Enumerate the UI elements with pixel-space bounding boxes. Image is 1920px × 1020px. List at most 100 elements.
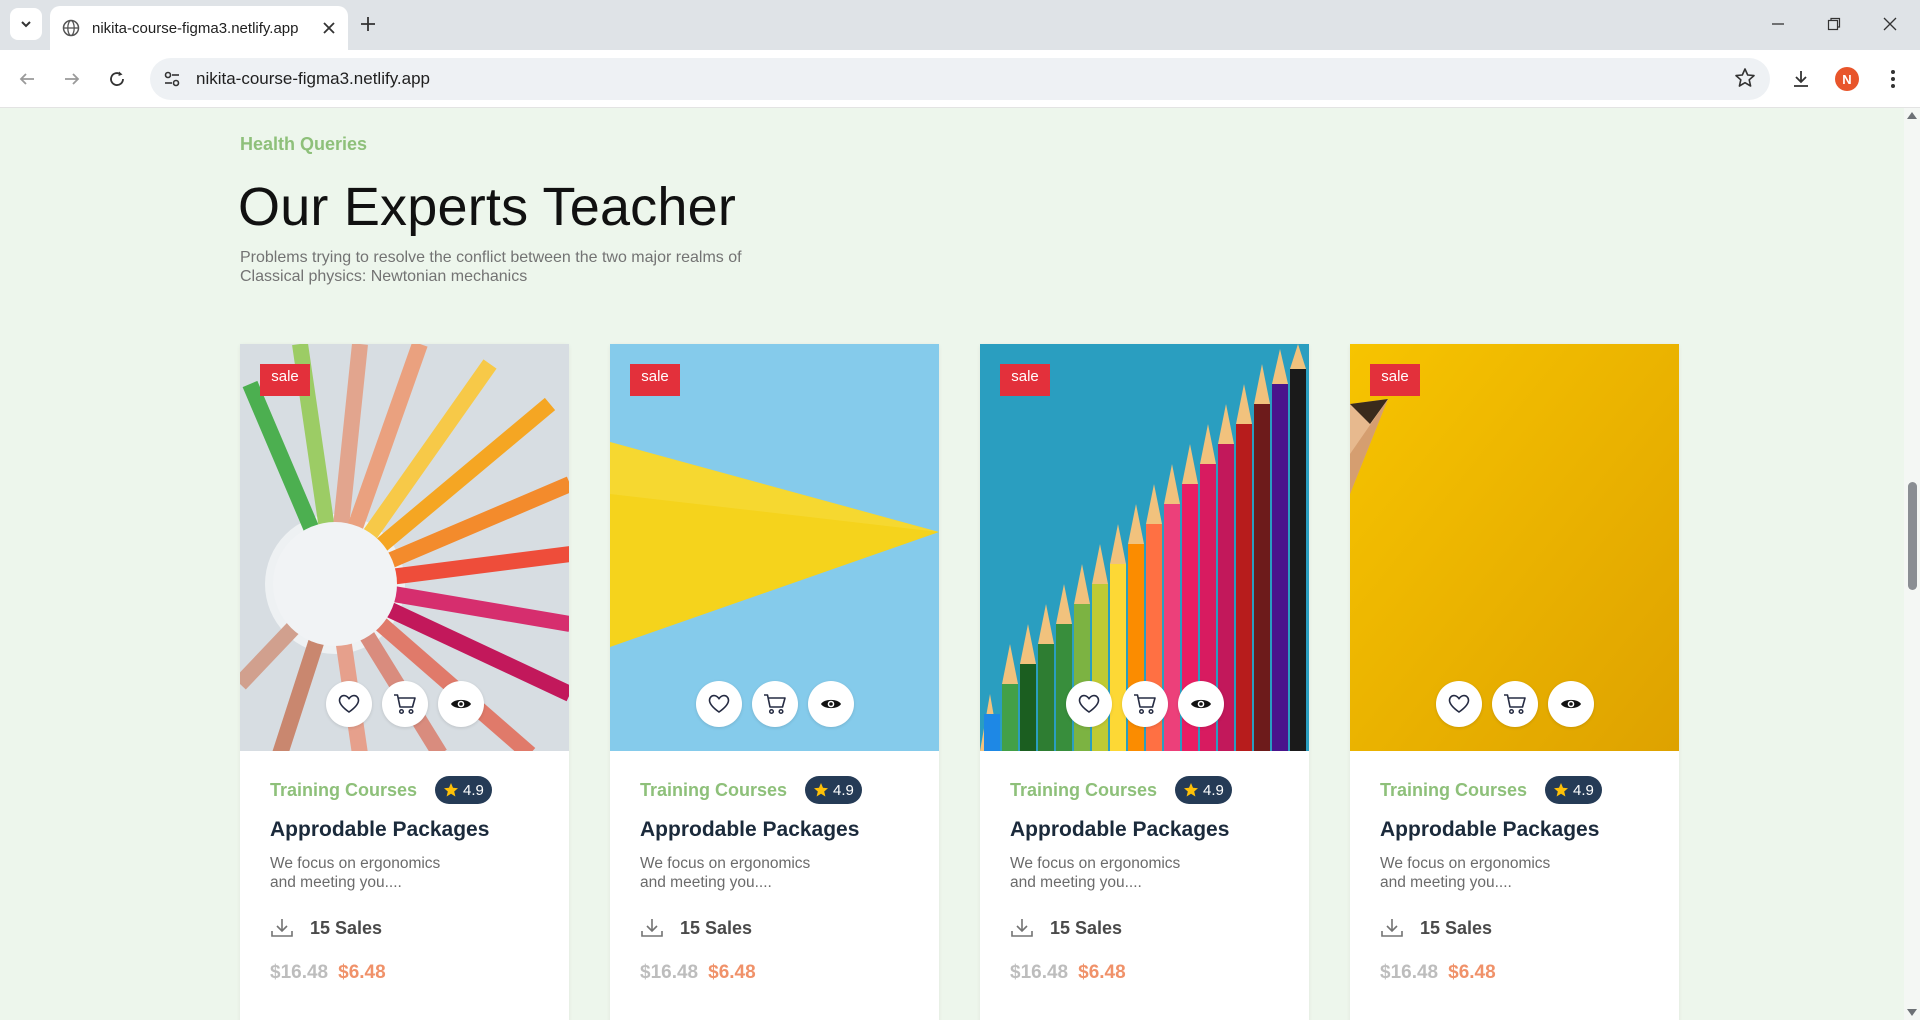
price-row: $16.48 $6.48 [640,962,910,984]
download-icon [1381,919,1403,937]
chevron-down-icon [21,21,31,28]
back-button[interactable] [10,62,44,96]
tab-search-button[interactable] [10,8,42,40]
cart-icon [1133,694,1156,715]
course-card[interactable]: sale Training Courses 4.9 Approdable Pac… [240,344,569,1020]
scroll-up-arrow-icon[interactable] [1907,112,1917,119]
card-category[interactable]: Training Courses [1010,780,1157,801]
reload-button[interactable] [100,62,134,96]
price-row: $16.48 $6.48 [270,962,540,984]
scrollbar-thumb[interactable] [1908,482,1917,590]
wishlist-button[interactable] [325,681,372,727]
sale-price: $6.48 [338,962,386,983]
star-icon [814,783,829,797]
card-title[interactable]: Approdable Packages [1380,818,1650,842]
description-line: We focus on ergonomics [640,855,811,872]
forward-button[interactable] [55,62,89,96]
card-category[interactable]: Training Courses [640,780,787,801]
more-vert-icon [1891,70,1895,88]
card-body: Training Courses 4.9 Approdable Packages… [1010,776,1280,984]
subtext-line: Problems trying to resolve the conflict … [240,249,742,266]
card-category[interactable]: Training Courses [1380,780,1527,801]
sale-price: $6.48 [1078,962,1126,983]
page-viewport: Health Queries Our Experts Teacher Probl… [0,108,1904,1020]
address-bar[interactable]: nikita-course-figma3.netlify.app [150,58,1770,100]
heart-icon [1078,694,1099,713]
card-description: We focus on ergonomics and meeting you..… [640,854,840,892]
course-card[interactable]: sale Training Courses 4.9 Approdable Pac… [1350,344,1679,1020]
sale-badge: sale [260,364,310,396]
section-eyebrow: Health Queries [240,134,368,154]
close-icon[interactable] [322,21,336,35]
eye-icon [1560,699,1581,709]
rating-value: 4.9 [1573,781,1594,799]
globe-icon [62,19,80,37]
eye-icon [1190,699,1211,709]
quick-view-button[interactable] [1177,681,1224,727]
sales-count: 15 Sales [1050,917,1123,938]
card-actions [980,681,1309,727]
cart-icon [393,694,416,715]
profile-button[interactable]: N [1830,62,1864,96]
browser-toolbar: nikita-course-figma3.netlify.app N [0,50,1920,108]
cart-icon [763,694,786,715]
cart-icon [1503,694,1526,715]
downloads-button[interactable] [1784,62,1818,96]
quick-view-button[interactable] [807,681,854,727]
card-body: Training Courses 4.9 Approdable Packages… [1380,776,1650,984]
star-icon [1184,783,1199,797]
card-title[interactable]: Approdable Packages [640,818,910,842]
quick-view-button[interactable] [437,681,484,727]
card-title[interactable]: Approdable Packages [270,818,540,842]
restore-icon [1827,17,1841,31]
reload-icon [110,71,124,86]
avatar: N [1835,67,1859,91]
download-icon [641,919,663,937]
course-card[interactable]: sale Training Courses 4.9 Approdable Pac… [610,344,939,1020]
rating-value: 4.9 [833,781,854,799]
card-title[interactable]: Approdable Packages [1010,818,1280,842]
old-price: $16.48 [1010,962,1069,983]
wishlist-button[interactable] [1435,681,1482,727]
tab-title: nikita-course-figma3.netlify.app [92,19,299,37]
add-to-cart-button[interactable] [1491,681,1538,727]
old-price: $16.48 [270,962,329,983]
scroll-down-arrow-icon[interactable] [1907,1009,1917,1016]
wishlist-button[interactable] [1065,681,1112,727]
download-icon [271,919,293,937]
minimize-button[interactable] [1750,0,1806,48]
quick-view-button[interactable] [1547,681,1594,727]
download-icon [1794,71,1808,87]
description-line: We focus on ergonomics [270,855,441,872]
sales-count: 15 Sales [1420,917,1493,938]
restore-button[interactable] [1806,0,1862,48]
card-actions [610,681,939,727]
star-icon [444,783,459,797]
minimize-icon [1772,23,1784,25]
description-line: We focus on ergonomics [1380,855,1551,872]
card-category[interactable]: Training Courses [270,780,417,801]
wishlist-button[interactable] [695,681,742,727]
sale-badge: sale [630,364,680,396]
rating-badge: 4.9 [1175,776,1232,804]
eye-icon [820,699,841,709]
yellow-pencil-image: sale [1350,344,1679,751]
page-scrollbar[interactable] [1904,108,1920,1020]
browser-tab-bar: nikita-course-figma3.netlify.app [0,0,1920,50]
add-to-cart-button[interactable] [381,681,428,727]
sales-row: 15 Sales [1010,916,1280,940]
browser-menu-button[interactable] [1876,62,1910,96]
add-to-cart-button[interactable] [1121,681,1168,727]
course-card[interactable]: sale Training Courses 4.9 Approdable Pac… [980,344,1309,1020]
card-actions [1350,681,1679,727]
browser-tab[interactable]: nikita-course-figma3.netlify.app [50,6,348,50]
close-window-button[interactable] [1862,0,1918,48]
rating-value: 4.9 [463,781,484,799]
blue-yellow-paper-image: sale [610,344,939,751]
new-tab-button[interactable] [352,8,384,40]
bookmark-star-icon[interactable] [1734,67,1756,89]
sale-badge: sale [1370,364,1420,396]
heart-icon [1448,694,1469,713]
add-to-cart-button[interactable] [751,681,798,727]
site-settings-icon[interactable] [162,69,182,89]
